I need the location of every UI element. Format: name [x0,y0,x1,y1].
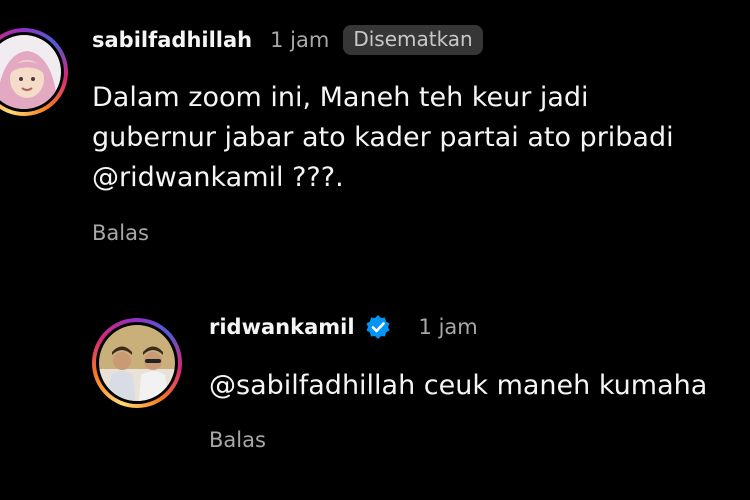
reply-avatar[interactable] [92,318,182,408]
pinned-badge: Disematkan [343,25,483,55]
reply-button[interactable]: Balas [209,428,266,452]
comment-meta: sabilfadhillah 1 jam Disematkan [92,25,483,55]
reply-time: 1 jam [418,315,478,339]
avatar[interactable] [0,28,68,116]
reply-button[interactable]: Balas [92,221,149,245]
verified-badge-icon [366,315,390,339]
profile-photo-icon [99,325,175,401]
reply-username[interactable]: ridwankamil [209,315,355,339]
comment-time: 1 jam [270,28,330,52]
reply-meta: ridwankamil 1 jam [209,314,478,340]
profile-photo-icon [0,35,61,109]
reply-text: @sabilfadhillah ceuk maneh kumaha [209,370,708,401]
comment-text: Dalam zoom ini, Maneh teh keur jadi gube… [92,82,674,193]
comment-username[interactable]: sabilfadhillah [92,28,252,52]
